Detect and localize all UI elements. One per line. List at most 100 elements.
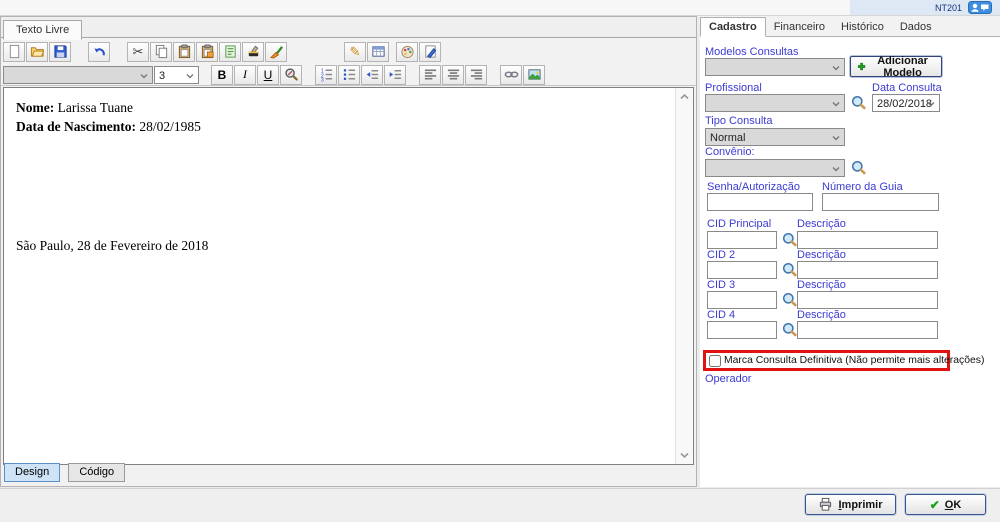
font-size-combo[interactable]: 3 [154, 66, 199, 84]
document-content[interactable]: Nome: Larissa Tuane Data de Nascimento: … [4, 88, 675, 464]
insert-image-icon[interactable] [523, 65, 545, 85]
cid-principal-desc-input[interactable] [797, 231, 938, 249]
undo-icon[interactable] [88, 42, 110, 62]
tab-texto-livre[interactable]: Texto Livre [3, 20, 82, 40]
save-icon[interactable] [49, 42, 71, 62]
numero-guia-input[interactable] [822, 193, 939, 211]
cid-principal-label: CID Principal [707, 218, 771, 230]
cid-4-search-icon[interactable] [782, 322, 798, 338]
check-icon: ✔ [930, 498, 940, 512]
tab-codigo[interactable]: Código [68, 463, 125, 482]
editor-tab-strip: Texto Livre [1, 17, 696, 38]
users-chat-icon[interactable] [967, 1, 993, 14]
cid-2-desc-input[interactable] [797, 261, 938, 279]
rich-text-editor[interactable]: Nome: Larissa Tuane Data de Nascimento: … [3, 87, 694, 465]
scroll-down-icon[interactable] [679, 452, 690, 460]
cid-4-desc-label: Descrição [797, 309, 846, 321]
convenio-label: Convênio: [705, 146, 755, 158]
ok-button[interactable]: ✔ OK [905, 494, 986, 515]
data-consulta-label: Data Consulta [872, 82, 942, 94]
data-consulta-combo[interactable]: 28/02/2018 [872, 94, 940, 112]
copy-icon[interactable] [150, 42, 172, 62]
align-center-icon[interactable] [442, 65, 464, 85]
profissional-search-icon[interactable] [851, 95, 867, 111]
new-document-icon[interactable] [3, 42, 25, 62]
tab-design[interactable]: Design [4, 463, 60, 482]
tab-historico[interactable]: Histórico [833, 18, 892, 36]
cid-3-desc-input[interactable] [797, 291, 938, 309]
printer-icon [818, 497, 833, 512]
convenio-search-icon[interactable] [851, 160, 867, 176]
font-size-value: 3 [159, 70, 165, 82]
operador-label: Operador [705, 373, 751, 385]
clean-format-icon[interactable] [265, 42, 287, 62]
tab-financeiro[interactable]: Financeiro [766, 18, 833, 36]
cid-2-input[interactable] [707, 261, 777, 279]
marca-definitiva-highlight: Marca Consulta Definitiva (Não permite m… [703, 350, 950, 371]
tab-dados[interactable]: Dados [892, 18, 940, 36]
numero-guia-label: Número da Guia [822, 181, 903, 193]
align-left-icon[interactable] [419, 65, 441, 85]
numbered-list-icon[interactable]: 123 [315, 65, 337, 85]
format-painter-icon[interactable] [242, 42, 264, 62]
cid-3-label: CID 3 [707, 279, 735, 291]
consulta-panel: Cadastro Financeiro Histórico Dados Mode… [700, 16, 1000, 487]
underline-button[interactable]: U [257, 65, 279, 85]
cid-principal-desc-label: Descrição [797, 218, 846, 230]
cid-3-desc-label: Descrição [797, 279, 846, 291]
modelos-consultas-label: Modelos Consultas [705, 46, 799, 58]
editor-toolbar: ✂ ✎ 3 [1, 38, 696, 86]
cid-principal-input[interactable] [707, 231, 777, 249]
editor-scrollbar[interactable] [675, 88, 693, 464]
color-palette-icon[interactable] [396, 42, 418, 62]
font-family-combo[interactable] [3, 66, 153, 84]
print-preview-icon[interactable] [419, 42, 441, 62]
highlight-pen-icon[interactable]: ✎ [344, 42, 366, 62]
convenio-combo[interactable] [705, 159, 845, 177]
patient-name-line: Nome: Larissa Tuane [16, 98, 675, 117]
cid-4-desc-input[interactable] [797, 321, 938, 339]
profissional-combo[interactable] [705, 94, 845, 112]
titlebar: NT201 [0, 0, 1000, 16]
insert-table-icon[interactable] [367, 42, 389, 62]
paste-text-icon[interactable] [219, 42, 241, 62]
editor-panel: Texto Livre ✂ ✎ [0, 16, 697, 487]
cid-3-search-icon[interactable] [782, 292, 798, 308]
cid-2-label: CID 2 [707, 249, 735, 261]
marca-definitiva-checkbox[interactable] [709, 355, 721, 367]
indent-icon[interactable] [384, 65, 406, 85]
tab-cadastro[interactable]: Cadastro [700, 17, 766, 37]
imprimir-button[interactable]: Imprimir [805, 494, 896, 515]
outdent-icon[interactable] [361, 65, 383, 85]
paste-icon[interactable] [173, 42, 195, 62]
svg-text:3: 3 [320, 78, 323, 82]
cadastro-form: Modelos Consultas Adicionar Modelo Profi… [700, 36, 1000, 487]
senha-autorizacao-input[interactable] [707, 193, 813, 211]
open-folder-icon[interactable] [26, 42, 48, 62]
cid-4-label: CID 4 [707, 309, 735, 321]
align-right-icon[interactable] [465, 65, 487, 85]
senha-autorizacao-label: Senha/Autorização [707, 181, 800, 193]
italic-button[interactable]: I [234, 65, 256, 85]
paste-special-icon[interactable] [196, 42, 218, 62]
action-bar: Imprimir ✔ OK [0, 488, 1000, 522]
birth-date-line: Data de Nascimento: 28/02/1985 [16, 117, 675, 136]
cid-4-input[interactable] [707, 321, 777, 339]
modelos-consultas-combo[interactable] [705, 58, 845, 76]
bold-button[interactable]: B [211, 65, 233, 85]
cid-3-input[interactable] [707, 291, 777, 309]
text-color-search-icon[interactable] [280, 65, 302, 85]
marca-definitiva-label: Marca Consulta Definitiva (Não permite m… [724, 355, 984, 366]
bullet-list-icon[interactable] [338, 65, 360, 85]
adicionar-modelo-button[interactable]: Adicionar Modelo [850, 56, 942, 77]
tipo-consulta-label: Tipo Consulta [705, 115, 772, 127]
cid-2-search-icon[interactable] [782, 262, 798, 278]
scroll-up-icon[interactable] [679, 92, 690, 100]
city-date-line: São Paulo, 28 de Fevereiro de 2018 [16, 236, 675, 255]
cid-principal-search-icon[interactable] [782, 232, 798, 248]
tipo-consulta-combo[interactable]: Normal [705, 128, 845, 146]
view-tab-strip: Design Código [4, 463, 130, 483]
hyperlink-icon[interactable] [500, 65, 522, 85]
plus-icon [857, 60, 866, 73]
cut-icon[interactable]: ✂ [127, 42, 149, 62]
